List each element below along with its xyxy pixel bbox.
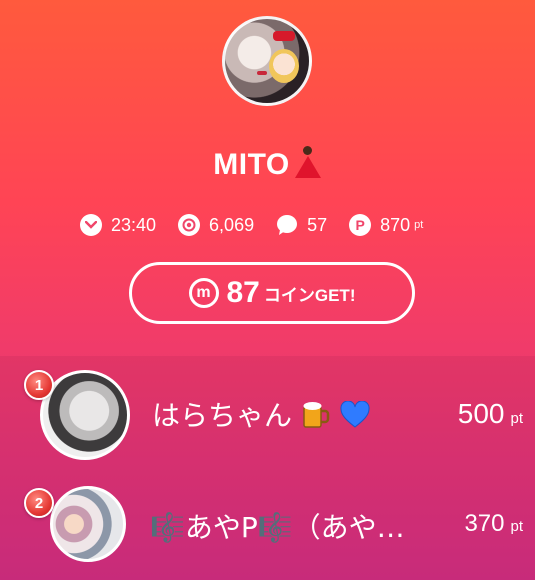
ranking-points-value: 370 [464,510,505,537]
rank-badge: 2 [24,488,54,518]
ranking-list: 1 はらちゃん 500 pt 2 🎼あやP🎼（あや… 370 pt [0,356,535,580]
ranking-row[interactable]: 2 🎼あやP🎼（あや… 370 pt [0,472,535,580]
stat-duration-value: 23:40 [111,214,157,235]
stat-views: 6,069 [178,214,254,236]
blue-heart-icon [340,400,370,429]
chevron-down-icon [80,214,102,236]
stats-row: 23:40 6,069 57 P 870 pt [80,210,423,240]
ranking-points: 370 pt [383,510,523,538]
stat-points: P 870 pt [349,214,423,236]
dancer-emoji-icon [292,146,322,180]
stat-comments: 57 [276,214,327,236]
stat-duration: 23:40 [80,214,156,236]
ranking-points-value: 500 [457,398,505,429]
coin-get-button[interactable]: m 87 コインGET! [129,262,415,324]
chat-bubble-icon [276,214,298,236]
avatar-lips [257,71,267,75]
ranking-avatar[interactable] [50,486,126,562]
coin-m-icon: m [188,278,219,308]
ranking-points-unit: pt [510,518,523,535]
avatar-bow [273,31,295,41]
profile-screen: MITO 23:40 6,069 57 P 870 pt m 87 コインGET… [0,0,535,580]
ranking-name: はらちゃん [152,394,402,434]
ranking-points: 500 pt [373,398,523,430]
stat-comments-value: 57 [307,214,328,235]
profile-name-text: MITO [213,148,290,181]
beer-mug-icon [301,399,330,428]
profile-avatar[interactable] [222,16,312,106]
ranking-name-text: はらちゃん [152,399,293,432]
stat-points-unit: pt [414,219,424,231]
coin-label: コインGET! [263,285,356,305]
eye-icon [178,214,201,236]
stat-points-value: 870 [380,214,411,235]
rank-badge: 1 [24,370,54,400]
ranking-name: 🎼あやP🎼（あや… [150,511,405,544]
ranking-points-unit: pt [510,410,523,427]
coin-amount: 87 [226,276,260,309]
avatar-second-face [269,49,299,83]
stat-views-value: 6,069 [209,214,255,235]
points-p-icon: P [349,214,372,236]
profile-name: MITO [0,146,535,182]
ranking-row[interactable]: 1 はらちゃん 500 pt [0,356,535,472]
